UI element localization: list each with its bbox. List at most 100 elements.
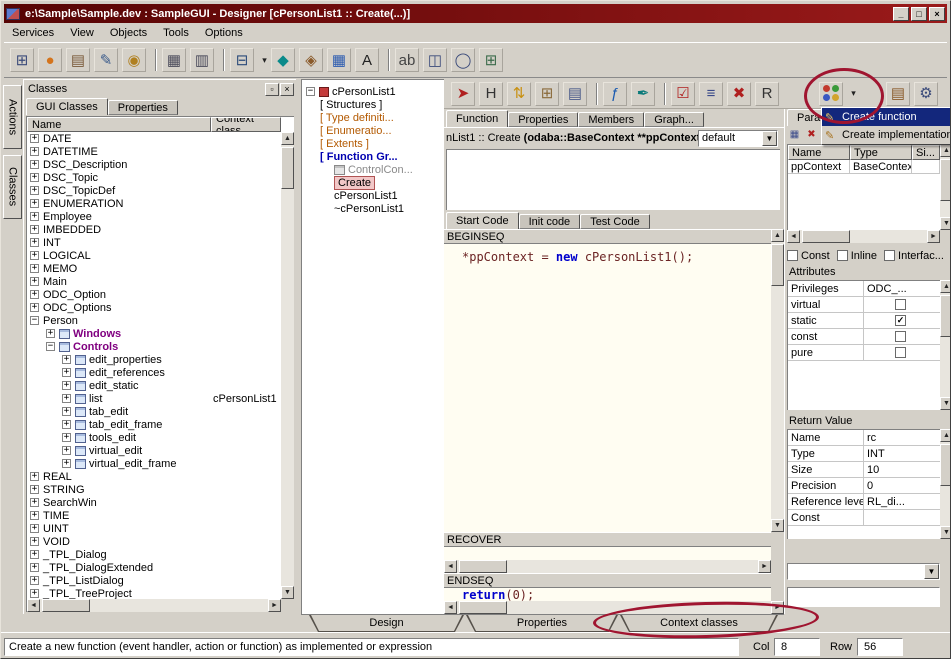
expand-icon[interactable]: + <box>62 381 71 390</box>
scroll-left-icon[interactable]: ◄ <box>444 560 457 573</box>
class-row[interactable]: +IMBEDDED <box>27 223 281 236</box>
property-row[interactable]: virtual <box>788 297 940 313</box>
class-row[interactable]: +listcPersonList1 <box>27 392 281 405</box>
scroll-down-icon[interactable]: ▼ <box>940 217 951 230</box>
property-row[interactable]: static✓ <box>788 313 940 329</box>
expand-icon[interactable]: + <box>30 550 39 559</box>
members-icon[interactable]: ▤ <box>886 82 910 106</box>
maximize-button[interactable]: □ <box>911 7 927 21</box>
expand-icon[interactable]: + <box>62 433 71 442</box>
expand-icon[interactable]: + <box>30 212 39 221</box>
run-icon[interactable]: ● <box>38 48 62 72</box>
expand-icon[interactable]: + <box>62 407 71 416</box>
tree-item[interactable]: Create <box>302 176 444 189</box>
scrollbar-track[interactable] <box>771 242 784 519</box>
class-row[interactable]: +INT <box>27 236 281 249</box>
scroll-down-icon[interactable]: ▼ <box>281 586 294 599</box>
recover-scrollbar[interactable]: ◄► <box>444 560 771 573</box>
scroll-left-icon[interactable]: ◄ <box>787 230 800 243</box>
class-row[interactable]: +_TPL_ListDialog <box>27 574 281 587</box>
tab-actions[interactable]: Actions <box>3 85 22 149</box>
expand-icon[interactable]: + <box>30 576 39 585</box>
endseq-section-bar[interactable]: ENDSEQ <box>444 573 771 588</box>
scrollbar-thumb[interactable] <box>281 147 294 189</box>
class-row[interactable]: +Windows <box>27 327 281 340</box>
check-grid-icon[interactable]: ☑ <box>671 82 695 106</box>
checkbox-const[interactable]: Const <box>787 250 830 262</box>
delete-icon[interactable]: ✖ <box>804 128 819 143</box>
scroll-down-icon[interactable]: ▼ <box>940 397 951 410</box>
scrollbar-track[interactable] <box>457 560 758 573</box>
property-row[interactable]: Const <box>788 510 940 526</box>
checkbox[interactable]: ✓ <box>895 315 906 326</box>
description-box[interactable] <box>446 149 780 210</box>
tab-function[interactable]: Function <box>446 110 508 127</box>
expand-icon[interactable]: + <box>62 420 71 429</box>
scrollbar-track[interactable] <box>40 599 268 612</box>
property-row[interactable]: PrivilegesODC_... <box>788 281 940 297</box>
new-header-icon[interactable]: H <box>479 82 503 106</box>
checkbox[interactable] <box>837 250 848 261</box>
table-icon[interactable]: ⊞ <box>479 48 503 72</box>
class-browser-icon[interactable]: ⊞ <box>10 48 34 72</box>
class-row[interactable]: +_TPL_TreeProject <box>27 587 281 599</box>
tree-root[interactable]: −cPersonList1 <box>302 85 444 98</box>
expand-icon[interactable]: + <box>62 368 71 377</box>
expand-icon[interactable]: + <box>62 459 71 468</box>
chevron-down-icon[interactable]: ▼ <box>924 564 939 579</box>
column-header-context-class[interactable]: Context class <box>211 117 281 132</box>
scrollbar-thumb[interactable] <box>42 599 90 612</box>
settings-icon[interactable]: ⚙ <box>914 82 938 106</box>
class-row[interactable]: +Main <box>27 275 281 288</box>
scrollbar-thumb[interactable] <box>771 244 784 286</box>
class-row[interactable]: +edit_static <box>27 379 281 392</box>
code-editor[interactable]: *ppContext = new cPersonList1(); <box>444 244 771 532</box>
title-bar[interactable]: e:\Sample\Sample.dev : SampleGUI - Desig… <box>4 4 947 23</box>
menu-options[interactable]: Options <box>197 25 251 41</box>
scrollbar-track[interactable] <box>940 442 951 526</box>
scroll-right-icon[interactable]: ► <box>771 601 784 614</box>
expand-icon[interactable]: + <box>30 589 39 598</box>
expand-icon[interactable]: + <box>62 446 71 455</box>
tab-classes-properties[interactable]: Properties <box>108 100 178 115</box>
text-label-icon[interactable]: ab <box>395 48 419 72</box>
property-row[interactable]: TypeINT <box>788 446 940 462</box>
scroll-right-icon[interactable]: ► <box>268 599 281 612</box>
goto-definition-icon[interactable]: ➤ <box>451 82 475 106</box>
scroll-right-icon[interactable]: ► <box>927 230 940 243</box>
property-row[interactable]: Reference levelRL_di... <box>788 494 940 510</box>
minimize-button[interactable]: _ <box>893 7 909 21</box>
checkbox-interfac[interactable]: Interfac... <box>884 250 944 262</box>
code-horizontal-scrollbar[interactable]: ◄► <box>444 601 784 614</box>
checkbox[interactable] <box>884 250 895 261</box>
property-row[interactable]: const <box>788 329 940 345</box>
grid-icon[interactable]: ▦ <box>327 48 351 72</box>
expand-icon[interactable]: + <box>30 537 39 546</box>
class-row[interactable]: +DSC_Description <box>27 158 281 171</box>
menu-view[interactable]: View <box>62 25 102 41</box>
column-header[interactable]: Name <box>788 145 850 160</box>
tab-init-code[interactable]: Init code <box>519 214 581 229</box>
close-button[interactable]: × <box>929 7 945 21</box>
scrollbar-track[interactable] <box>457 601 771 614</box>
class-row[interactable]: +tab_edit <box>27 405 281 418</box>
link-icon[interactable]: ◈ <box>299 48 323 72</box>
ellipse-icon[interactable]: ◯ <box>451 48 475 72</box>
class-row[interactable]: +ENUMERATION <box>27 197 281 210</box>
scrollbar-track[interactable] <box>940 293 951 397</box>
scroll-down-icon[interactable]: ▼ <box>771 519 784 532</box>
menu-item-create-implementation[interactable]: ✎ Create implementation <box>822 126 951 144</box>
collapse-icon[interactable]: − <box>30 316 39 325</box>
class-row[interactable]: +MEMO <box>27 262 281 275</box>
checkbox-inline[interactable]: Inline <box>837 250 877 262</box>
bottom-combo[interactable]: ▼ <box>787 563 940 580</box>
list-icon[interactable]: ≡ <box>699 82 723 106</box>
endseq-code-area[interactable]: return(0); <box>444 588 771 601</box>
tree-item[interactable]: [ Structures ] <box>302 98 444 111</box>
class-row[interactable]: +UINT <box>27 522 281 535</box>
delete-icon[interactable]: ✖ <box>727 82 751 106</box>
expand-icon[interactable]: + <box>30 563 39 572</box>
expand-icon[interactable]: + <box>46 329 55 338</box>
expand-icon[interactable]: + <box>30 485 39 494</box>
class-row[interactable]: +ODC_Options <box>27 301 281 314</box>
